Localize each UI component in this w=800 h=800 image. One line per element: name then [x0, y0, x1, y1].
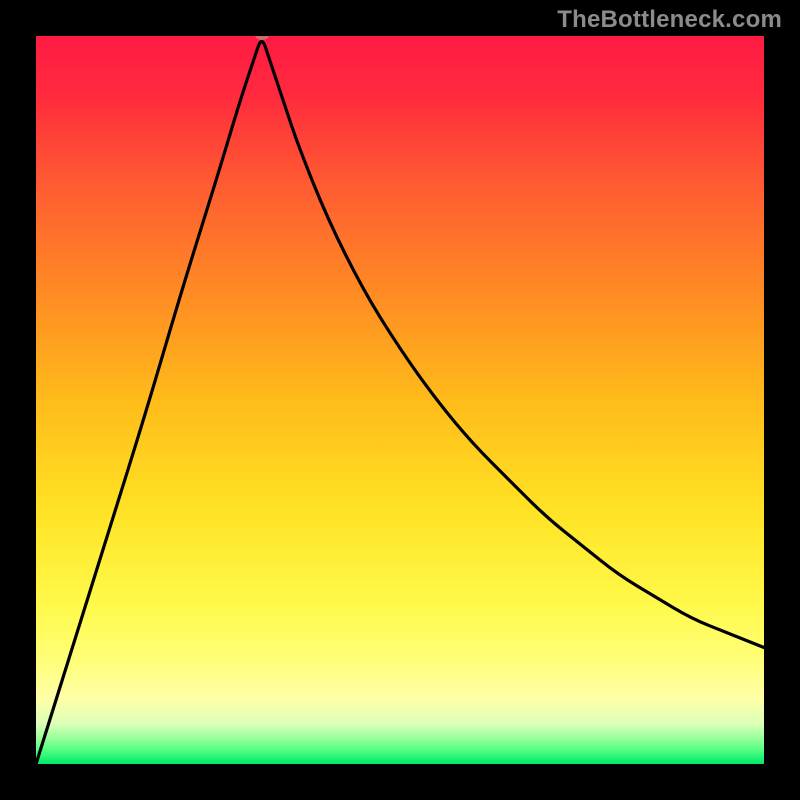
watermark-text: TheBottleneck.com	[557, 6, 782, 34]
plot-area	[36, 36, 764, 764]
chart-frame: TheBottleneck.com	[0, 0, 800, 800]
bottleneck-curve	[36, 36, 764, 764]
